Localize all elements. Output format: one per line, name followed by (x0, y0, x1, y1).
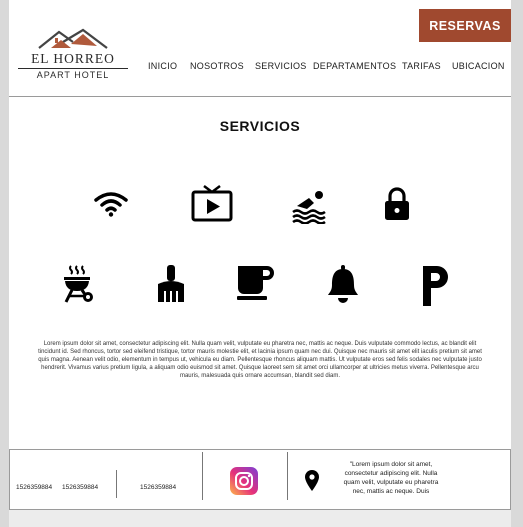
nav-item-servicios[interactable]: SERVICIOS (255, 61, 307, 71)
grill-icon (62, 264, 96, 304)
services-description: Lorem ipsum dolor sit amet, consectetur … (38, 341, 482, 379)
reserve-button[interactable]: RESERVAS (419, 9, 511, 42)
lock-icon (383, 187, 411, 221)
footer-address-text: "Lorem ipsum dolor sit amet, consectetur… (343, 461, 439, 495)
nav-item-inicio[interactable]: INICIO (148, 61, 177, 71)
logo-divider (18, 68, 128, 69)
footer-divider (202, 452, 203, 500)
map-pin-icon[interactable] (305, 470, 319, 492)
header: EL HORREO APART HOTEL RESERVAS INICIO NO… (9, 0, 511, 97)
footer-bottom-band (9, 510, 511, 527)
tv-icon (191, 184, 233, 222)
cleaning-icon (154, 264, 188, 304)
section-title: SERVICIOS (219, 118, 301, 134)
nav-item-ubicacion[interactable]: UBICACION (452, 61, 505, 71)
footer-divider (116, 470, 117, 498)
pool-icon (291, 190, 329, 224)
brand-name: EL HORREO (31, 51, 115, 66)
wifi-icon (94, 190, 128, 218)
bell-icon (325, 264, 361, 304)
nav-item-nosotros[interactable]: NOSOTROS (190, 61, 244, 71)
roof-logo-icon (38, 28, 108, 49)
nav-item-tarifas[interactable]: TARIFAS (402, 61, 441, 71)
page: EL HORREO APART HOTEL RESERVAS INICIO NO… (9, 0, 511, 527)
footer-divider (287, 452, 288, 500)
parking-icon (419, 264, 453, 308)
footer-phone-3[interactable]: 1526359884 (140, 484, 176, 491)
nav-item-departamentos[interactable]: DEPARTAMENTOS (313, 61, 396, 71)
coffee-icon (235, 264, 275, 302)
footer-phone-1[interactable]: 1526359884 (16, 484, 52, 491)
instagram-icon[interactable] (230, 467, 258, 495)
footer-phone-2[interactable]: 1526359884 (62, 484, 98, 491)
brand-subtitle: APART HOTEL (36, 70, 110, 80)
logo[interactable]: EL HORREO APART HOTEL (17, 28, 129, 84)
